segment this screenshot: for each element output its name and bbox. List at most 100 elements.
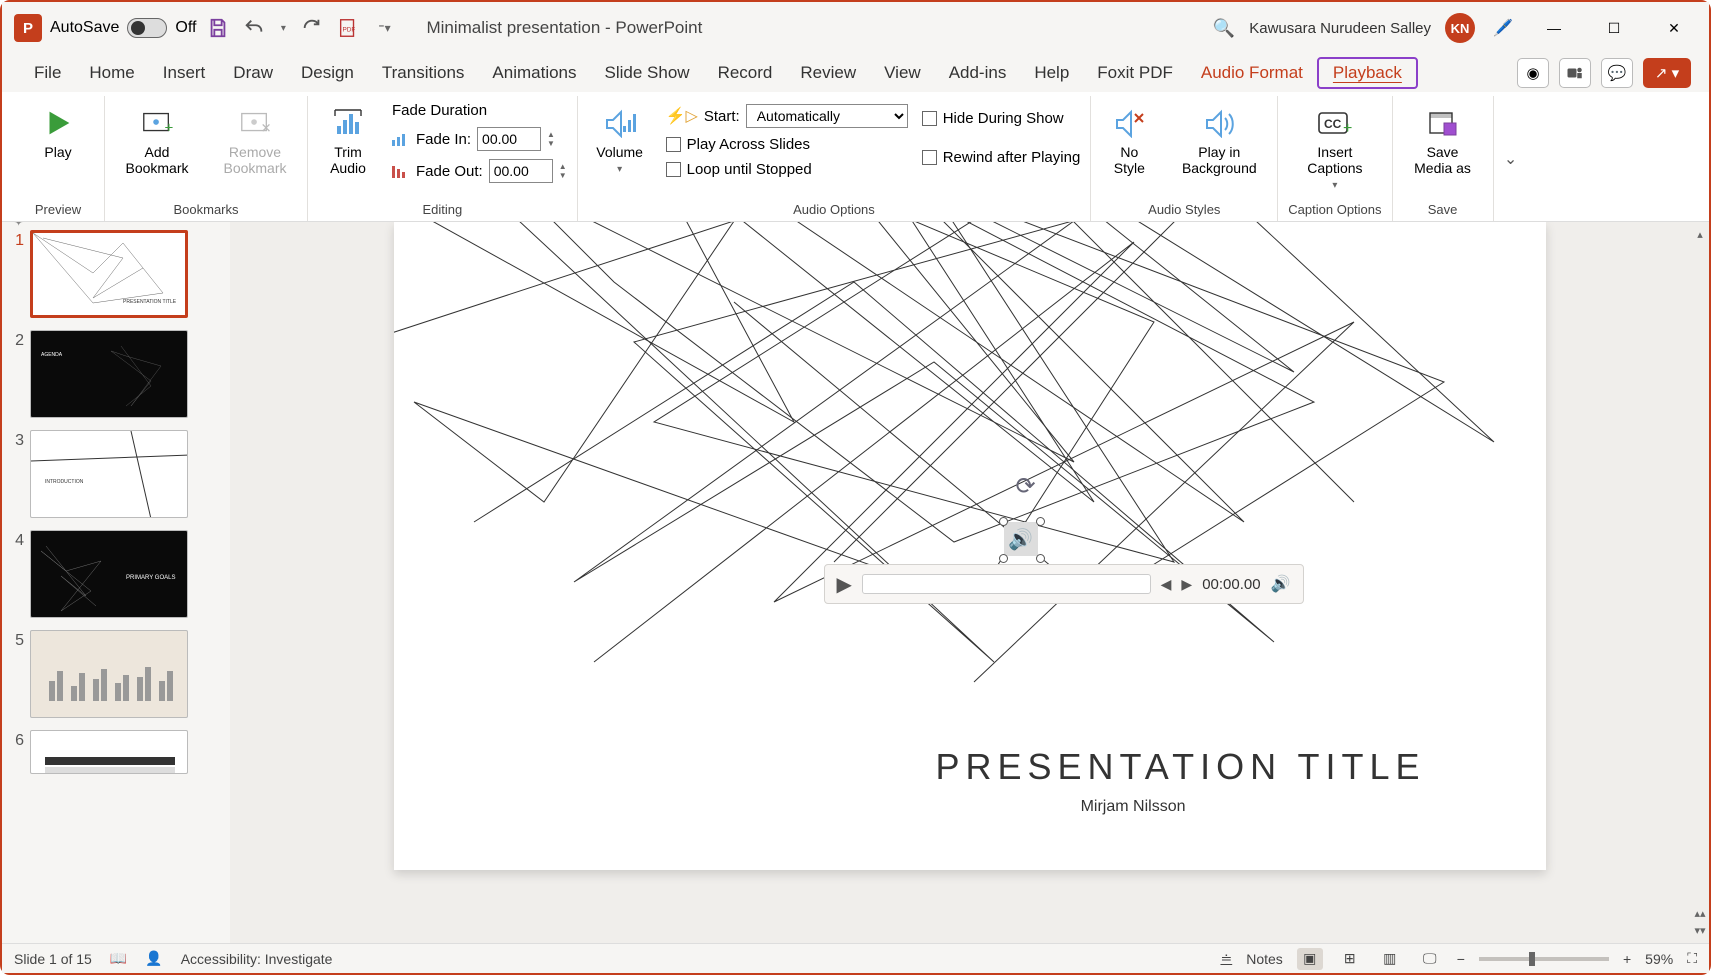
loop-checkbox[interactable]	[666, 162, 681, 177]
comments-button[interactable]: 💬	[1601, 58, 1633, 88]
thumbnail-6[interactable]: 6	[6, 730, 226, 774]
audio-step-back-button[interactable]: ◀	[1161, 576, 1172, 593]
export-pdf-icon[interactable]: PDF	[334, 14, 362, 42]
thumb-image-1[interactable]: PRESENTATION TITLE	[30, 230, 188, 318]
audio-volume-button[interactable]: 🔊	[1271, 574, 1291, 594]
audio-object[interactable]: ⟳ 🔊 ✥	[1004, 522, 1040, 558]
tab-audio-format[interactable]: Audio Format	[1187, 59, 1317, 87]
qat-overflow-icon[interactable]: ⁼▾	[370, 14, 398, 42]
audio-play-button[interactable]: ▶	[837, 572, 852, 597]
accessibility-label[interactable]: Accessibility: Investigate	[181, 951, 333, 967]
slide-editor[interactable]: PRESENTATION TITLE Mirjam Nilsson ⟳ 🔊 ✥ …	[230, 222, 1709, 943]
tab-foxit[interactable]: Foxit PDF	[1083, 59, 1187, 87]
resize-handle-ne[interactable]	[1036, 517, 1045, 526]
play-across-checkbox[interactable]	[666, 137, 681, 152]
start-select[interactable]: Automatically	[746, 104, 908, 128]
redo-icon[interactable]	[298, 14, 326, 42]
volume-button[interactable]: Volume ▾	[588, 102, 652, 179]
play-background-button[interactable]: Play in Background	[1171, 102, 1267, 180]
tab-review[interactable]: Review	[786, 59, 870, 87]
slide-subtitle[interactable]: Mirjam Nilsson	[1081, 798, 1186, 816]
trim-audio-button[interactable]: Trim Audio	[318, 102, 378, 180]
normal-view-button[interactable]: ▣	[1297, 948, 1323, 970]
fade-out-input[interactable]	[489, 159, 553, 183]
autosave-control[interactable]: AutoSave Off	[50, 18, 196, 38]
close-button[interactable]: ✕	[1651, 8, 1697, 48]
tab-file[interactable]: File	[20, 59, 75, 87]
resize-handle-nw[interactable]	[999, 517, 1008, 526]
zoom-out-button[interactable]: −	[1457, 951, 1465, 967]
thumbnail-3[interactable]: 3 INTRODUCTION	[6, 430, 226, 518]
tab-transitions[interactable]: Transitions	[368, 59, 479, 87]
zoom-in-button[interactable]: +	[1623, 951, 1631, 967]
thumbnail-2[interactable]: 2 AGENDA	[6, 330, 226, 418]
thumb-image-3[interactable]: INTRODUCTION	[30, 430, 188, 518]
save-icon[interactable]	[204, 14, 232, 42]
thumb-image-2[interactable]: AGENDA	[30, 330, 188, 418]
insert-captions-button[interactable]: CC+ Insert Captions ▾	[1291, 102, 1379, 195]
save-media-button[interactable]: Save Media as	[1403, 102, 1483, 180]
spellcheck-icon[interactable]: 📖	[110, 950, 127, 967]
undo-icon[interactable]	[240, 14, 268, 42]
search-icon[interactable]: 🔍	[1213, 18, 1235, 39]
tab-insert[interactable]: Insert	[149, 59, 220, 87]
tab-draw[interactable]: Draw	[219, 59, 287, 87]
tab-home[interactable]: Home	[75, 59, 148, 87]
tab-view[interactable]: View	[870, 59, 935, 87]
thumb-image-5[interactable]	[30, 630, 188, 718]
zoom-level[interactable]: 59%	[1645, 951, 1673, 967]
reading-view-button[interactable]: ▥	[1377, 948, 1403, 970]
editor-scrollbar[interactable]: ▴ ▴▴ ▾▾	[1691, 222, 1709, 943]
notes-button[interactable]: Notes	[1246, 951, 1283, 967]
slideshow-view-button[interactable]: 🖵	[1417, 948, 1443, 970]
user-avatar[interactable]: KN	[1445, 13, 1475, 43]
no-style-button[interactable]: No Style	[1101, 102, 1157, 180]
slide-counter[interactable]: Slide 1 of 15	[14, 951, 92, 967]
tab-playback[interactable]: Playback	[1317, 57, 1418, 89]
teams-button[interactable]	[1559, 58, 1591, 88]
zoom-thumb[interactable]	[1529, 952, 1535, 966]
fade-in-spinner[interactable]: ▲▼	[547, 130, 555, 148]
pen-icon[interactable]: 🖊️	[1489, 14, 1517, 42]
tab-record[interactable]: Record	[704, 59, 787, 87]
undo-dropdown-icon[interactable]: ▾	[276, 14, 290, 42]
thumb-image-4[interactable]: PRIMARY GOALS	[30, 530, 188, 618]
minimize-button[interactable]: —	[1531, 8, 1577, 48]
rotation-handle-icon[interactable]: ⟳	[1016, 472, 1036, 501]
resize-handle-se[interactable]	[1036, 554, 1045, 563]
share-button[interactable]: ↗ ▾	[1643, 58, 1691, 88]
slide-title[interactable]: PRESENTATION TITLE	[935, 746, 1425, 788]
thumbnail-1[interactable]: 1 PRESENTATION TITLE ✦	[6, 230, 226, 318]
tab-animations[interactable]: Animations	[478, 59, 590, 87]
fade-out-spinner[interactable]: ▲▼	[559, 162, 567, 180]
thumbnail-5[interactable]: 5	[6, 630, 226, 718]
sorter-view-button[interactable]: ⊞	[1337, 948, 1363, 970]
thumb-image-6[interactable]	[30, 730, 188, 774]
ribbon-collapse-button[interactable]: ⌄	[1494, 96, 1528, 221]
tab-design[interactable]: Design	[287, 59, 368, 87]
tab-help[interactable]: Help	[1020, 59, 1083, 87]
tab-slideshow[interactable]: Slide Show	[591, 59, 704, 87]
play-button[interactable]: Play	[22, 102, 94, 164]
zoom-slider[interactable]	[1479, 957, 1609, 961]
add-bookmark-button[interactable]: + Add Bookmark	[115, 102, 199, 180]
accessibility-icon[interactable]: 👤	[145, 950, 162, 967]
scroll-up-icon[interactable]: ▴	[1695, 226, 1705, 243]
audio-progress-bar[interactable]	[862, 574, 1151, 594]
next-slide-icon[interactable]: ▾▾	[1692, 922, 1707, 939]
slide-canvas[interactable]: PRESENTATION TITLE Mirjam Nilsson ⟳ 🔊 ✥ …	[394, 222, 1546, 870]
tab-addins[interactable]: Add-ins	[935, 59, 1021, 87]
thumbnail-4[interactable]: 4 PRIMARY GOALS	[6, 530, 226, 618]
autosave-toggle[interactable]	[127, 18, 167, 38]
rewind-checkbox[interactable]	[922, 150, 937, 165]
resize-handle-sw[interactable]	[999, 554, 1008, 563]
camera-button[interactable]: ◉	[1517, 58, 1549, 88]
fade-in-input[interactable]	[477, 127, 541, 151]
prev-slide-icon[interactable]: ▴▴	[1692, 905, 1707, 922]
notes-icon[interactable]: ≐	[1220, 950, 1232, 967]
thumbnail-panel[interactable]: 1 PRESENTATION TITLE ✦ 2 AGENDA 3 INTROD…	[2, 222, 230, 943]
fit-window-button[interactable]: ⛶	[1687, 950, 1697, 967]
maximize-button[interactable]: ☐	[1591, 8, 1637, 48]
audio-step-fwd-button[interactable]: ▶	[1181, 576, 1192, 593]
hide-checkbox[interactable]	[922, 111, 937, 126]
